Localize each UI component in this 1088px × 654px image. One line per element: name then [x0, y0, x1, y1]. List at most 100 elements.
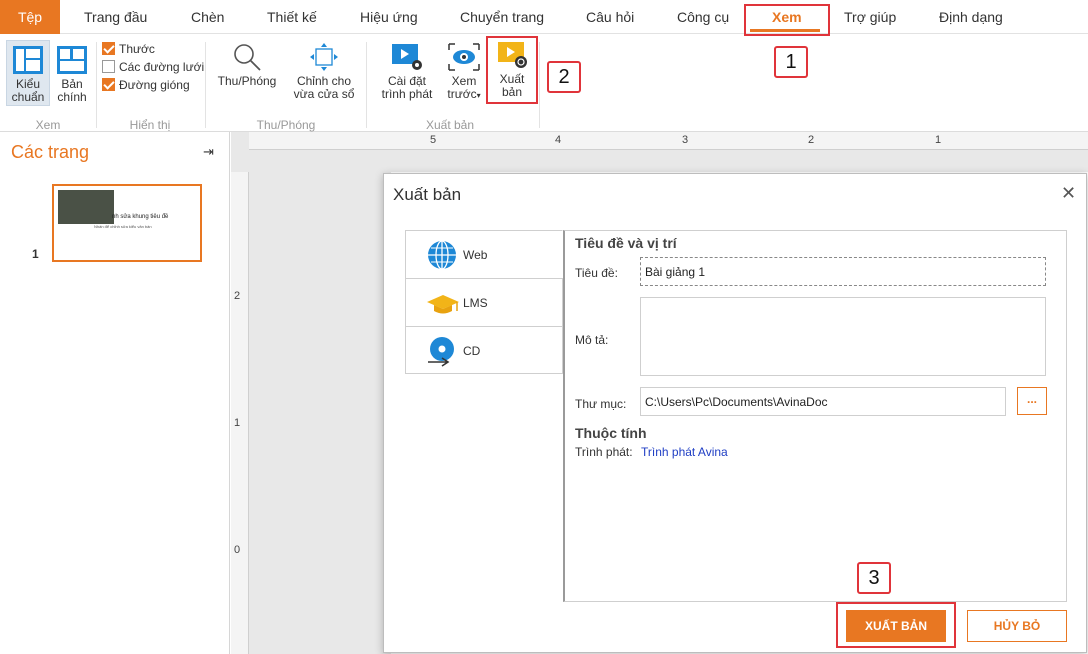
ruler-h-number: 3 [682, 134, 689, 146]
tab-cd[interactable]: CD [405, 326, 563, 374]
callout-number: 3 [857, 562, 891, 594]
callout-box-publish-ribbon [486, 36, 538, 104]
view-group-label: Xem [35, 118, 61, 132]
menu-file[interactable]: Tệp [0, 0, 60, 34]
master-view-icon [57, 46, 87, 74]
player-settings-label-2: trình phát [381, 87, 433, 101]
web-settings-panel: Tiêu đề và vị trí Tiêu đề: Mô tả: Thư mụ… [563, 230, 1067, 602]
master-view-label-1: Bản [61, 77, 83, 91]
publish-group-label: Xuất bản [425, 118, 475, 132]
ruler-v-number: 2 [234, 290, 241, 302]
publish-tabs: Web LMS CD [405, 230, 563, 374]
normal-view-icon [13, 46, 43, 74]
ruler-h-number: 4 [555, 134, 562, 146]
menu-questions[interactable]: Câu hỏi [586, 0, 634, 34]
menu-insert[interactable]: Chèn [191, 0, 224, 34]
magnifier-icon [234, 44, 261, 71]
tab-lms[interactable]: LMS [405, 278, 563, 326]
grid-check-icon [102, 60, 115, 73]
ruler-label: Thước [119, 42, 155, 56]
menu-tools[interactable]: Công cụ [677, 0, 729, 34]
ruler-h-number: 1 [935, 134, 942, 146]
tab-lms-label: LMS [463, 296, 488, 310]
preview-label-2: trước [447, 87, 477, 101]
callout-number: 1 [774, 46, 808, 78]
callout-number: 2 [547, 61, 581, 93]
tab-web[interactable]: Web [405, 230, 563, 278]
guides-check-icon [102, 78, 115, 91]
close-icon[interactable]: ✕ [1061, 183, 1076, 204]
menu-design[interactable]: Thiết kế [267, 0, 317, 34]
player-settings-button[interactable]: Cài đặt trình phát [376, 42, 438, 101]
ribbon-separator [96, 42, 97, 128]
guides-checkbox[interactable]: Đường gióng [102, 77, 190, 93]
ruler-h-number: 5 [430, 134, 437, 146]
cancel-button[interactable]: HỦY BỎ [967, 610, 1067, 642]
guides-label: Đường gióng [119, 78, 190, 92]
master-view-button[interactable]: Bản chính [54, 41, 90, 107]
player-settings-icon [392, 44, 422, 70]
grid-checkbox[interactable]: Các đường lưới [102, 59, 204, 75]
zoom-group-label: Thu/Phóng [256, 118, 316, 132]
section-title-properties: Thuộc tính [575, 425, 647, 441]
pages-title: Các trang [11, 142, 90, 162]
preview-button[interactable]: Xem trước▾ [444, 42, 484, 102]
horizontal-ruler[interactable]: 5 4 3 2 1 [249, 132, 1088, 150]
thumbnail-title: nh sửa khung tiêu đề [112, 214, 169, 220]
fit-window-button[interactable]: Chỉnh cho vừa cửa sổ [290, 42, 358, 101]
zoom-label: Thu/Phóng [217, 74, 277, 88]
ribbon: Kiểu chuẩn Bản chính Xem Thước Các đường… [0, 34, 1088, 132]
globe-icon [428, 240, 456, 270]
pages-panel: Các trang ⇥ nh sửa khung tiêu đề Nhấn để… [0, 132, 230, 654]
ruler-v-number: 0 [234, 544, 241, 556]
menu-home[interactable]: Trang đầu [84, 0, 147, 34]
master-view-label-2: chính [57, 90, 87, 104]
normal-view-label-2: chuẩn [11, 90, 45, 104]
show-group-label: Hiển thị [129, 118, 171, 132]
ribbon-separator [539, 42, 540, 128]
thumbnail-subtitle: Nhấn để chỉnh sửa kiểu văn bản [94, 224, 152, 229]
browse-folder-button[interactable]: ... [1017, 387, 1047, 415]
ruler-checkbox[interactable]: Thước [102, 41, 155, 57]
menu-format[interactable]: Định dạng [939, 0, 1003, 34]
dropdown-arrow-icon: ▾ [476, 91, 481, 100]
dialog-title: Xuất bản [393, 185, 462, 204]
ruler-check-icon [102, 42, 115, 55]
section-title-location: Tiêu đề và vị trí [575, 235, 677, 251]
zoom-button[interactable]: Thu/Phóng [214, 42, 280, 88]
fit-window-icon [310, 43, 338, 71]
cd-icon [428, 337, 454, 367]
callout-box-view-menu [744, 4, 830, 36]
grid-label: Các đường lưới [119, 60, 205, 74]
ruler-v-number: 1 [234, 417, 241, 429]
menu-help[interactable]: Trợ giúp [844, 0, 896, 34]
tab-web-label: Web [463, 248, 488, 262]
callout-box-publish-button [836, 602, 956, 648]
menu-bar: Tệp Trang đầu Chèn Thiết kế Hiệu ứng Chu… [0, 0, 1088, 34]
slide-thumbnail[interactable]: nh sửa khung tiêu đề Nhấn để chỉnh sửa k… [52, 184, 202, 262]
fit-window-label-2: vừa cửa sổ [293, 87, 355, 101]
graduation-cap-icon [427, 295, 459, 314]
player-label: Trình phát: [575, 445, 633, 459]
folder-input[interactable] [640, 387, 1006, 416]
player-settings-label-1: Cài đặt [387, 74, 427, 88]
preview-label-1: Xem [451, 74, 477, 88]
ribbon-separator [205, 42, 206, 128]
folder-label: Thư mục: [575, 397, 627, 411]
tab-cd-label: CD [463, 344, 481, 358]
publish-dialog: Xuất bản ✕ Web LMS CD Tiêu đề và vị trí … [383, 173, 1087, 653]
normal-view-button[interactable]: Kiểu chuẩn [6, 40, 50, 106]
title-input[interactable] [640, 257, 1046, 286]
menu-animations[interactable]: Hiệu ứng [360, 0, 418, 34]
player-link[interactable]: Trình phát Avina [641, 445, 728, 459]
ribbon-separator [366, 42, 367, 128]
normal-view-label-1: Kiểu [15, 77, 41, 91]
ruler-h-number: 2 [808, 134, 815, 146]
description-label: Mô tả: [575, 333, 609, 347]
preview-eye-icon [448, 43, 480, 71]
fit-window-label-1: Chỉnh cho [296, 74, 352, 88]
description-textarea[interactable] [640, 297, 1046, 376]
vertical-ruler[interactable]: 2 1 0 [231, 172, 249, 654]
menu-transitions[interactable]: Chuyển trang [460, 0, 544, 34]
pin-icon[interactable]: ⇥ [203, 144, 214, 160]
